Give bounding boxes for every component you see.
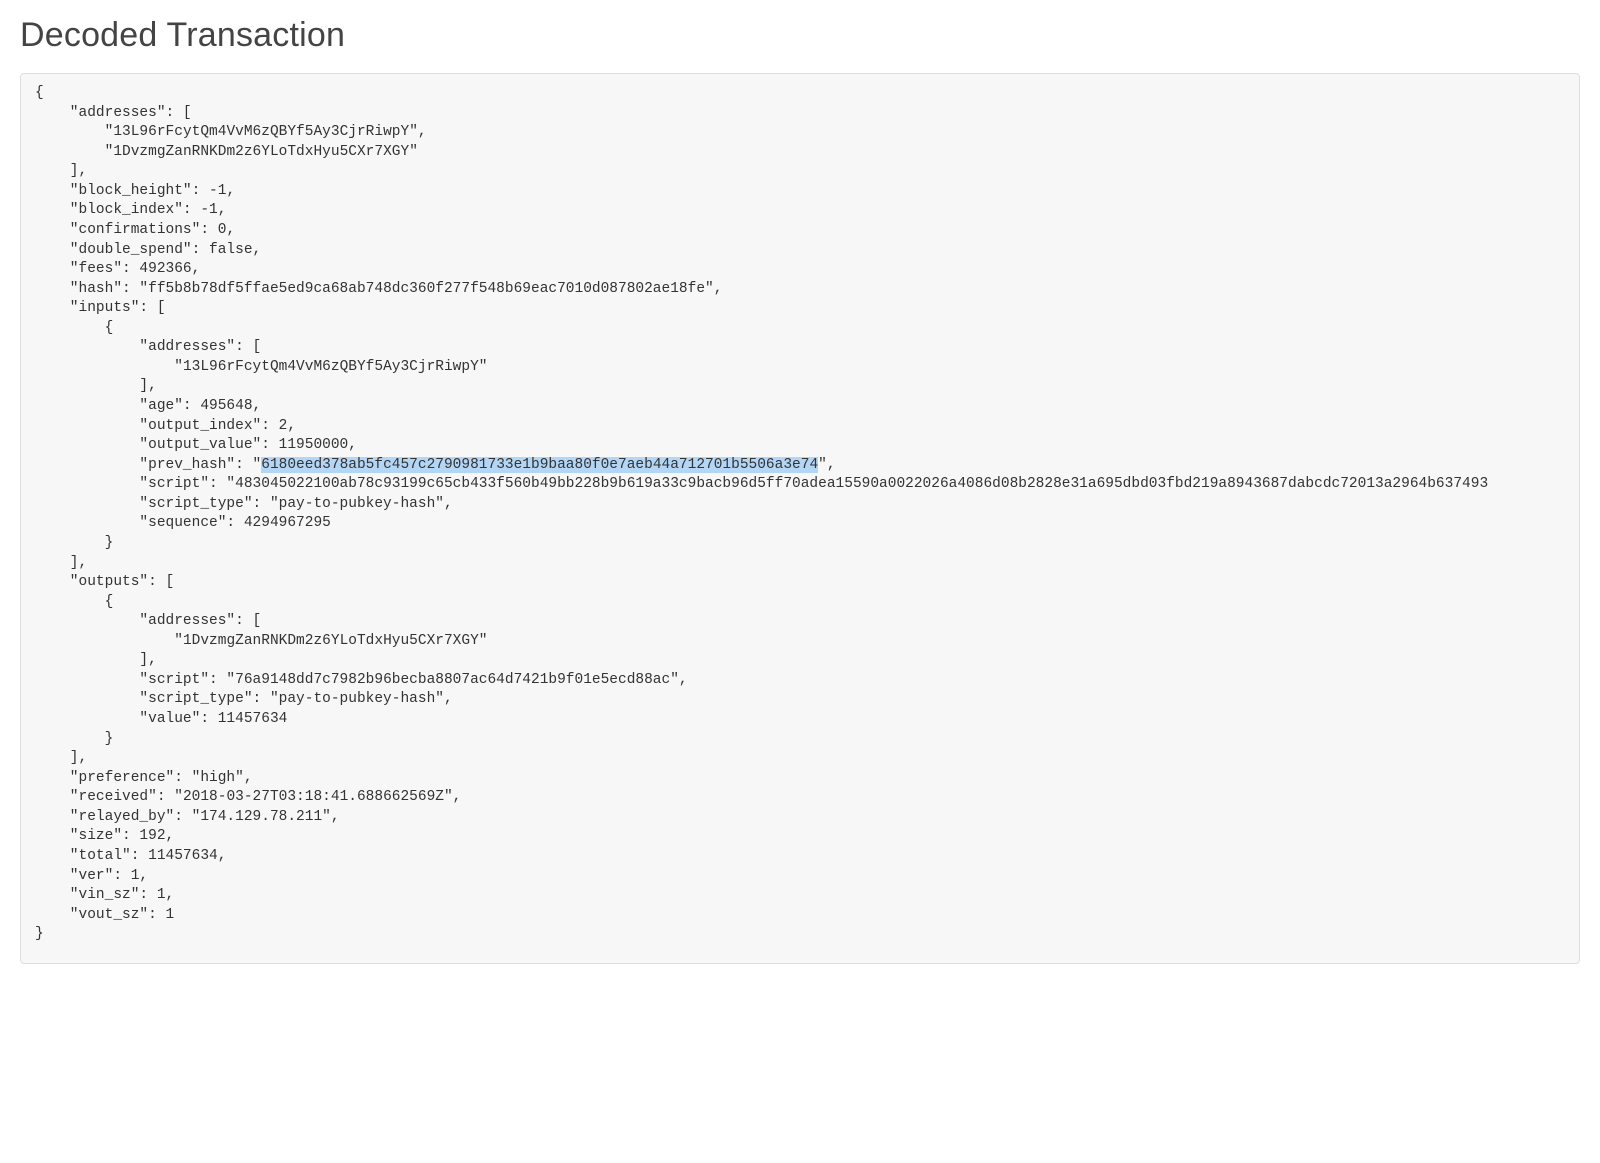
json-output-address-0: 1DvzmgZanRNKDm2z6YLoTdxHyu5CXr7XGY [183,633,479,649]
json-output-script: 76a9148dd7c7982b96becba8807ac64d7421b9f0… [235,672,670,688]
json-input-script: 483045022100ab78c93199c65cb433f560b49bb2… [235,476,1488,492]
json-ver: 1 [131,868,140,884]
json-address-1: 1DvzmgZanRNKDm2z6YLoTdxHyu5CXr7XGY [113,144,409,160]
json-input-output-value: 11950000 [279,437,349,453]
json-hash: ff5b8b78df5ffae5ed9ca68ab748dc360f277f54… [148,281,705,297]
json-received: 2018-03-27T03:18:41.688662569Z [183,789,444,805]
json-input-output-index: 2 [279,418,288,434]
json-double-spend: false [209,242,253,258]
json-input-age: 495648 [200,398,252,414]
json-relayed-by: 174.129.78.211 [200,809,322,825]
json-size: 192 [139,828,165,844]
decoded-transaction-json: { "addresses": [ "13L96rFcytQm4VvM6zQBYf… [20,73,1580,964]
json-address-0: 13L96rFcytQm4VvM6zQBYf5Ay3CjrRiwpY [113,124,409,140]
json-total: 11457634 [148,848,218,864]
json-block-index: -1 [200,202,217,218]
json-input-script-type: pay-to-pubkey-hash [279,496,436,512]
json-input-address-0: 13L96rFcytQm4VvM6zQBYf5Ay3CjrRiwpY [183,359,479,375]
json-preference: high [200,770,235,786]
json-vin-sz: 1 [157,887,166,903]
json-confirmations: 0 [218,222,227,238]
json-output-value: 11457634 [218,711,288,727]
json-block-height: -1 [209,183,226,199]
json-fees: 492366 [139,261,191,277]
json-input-sequence: 4294967295 [244,515,331,531]
page-title: Decoded Transaction [20,16,1580,55]
json-output-script-type: pay-to-pubkey-hash [279,691,436,707]
json-vout-sz: 1 [166,907,175,923]
json-input-prev-hash-highlighted: 6180eed378ab5fc457c2790981733e1b9baa80f0… [261,457,818,473]
